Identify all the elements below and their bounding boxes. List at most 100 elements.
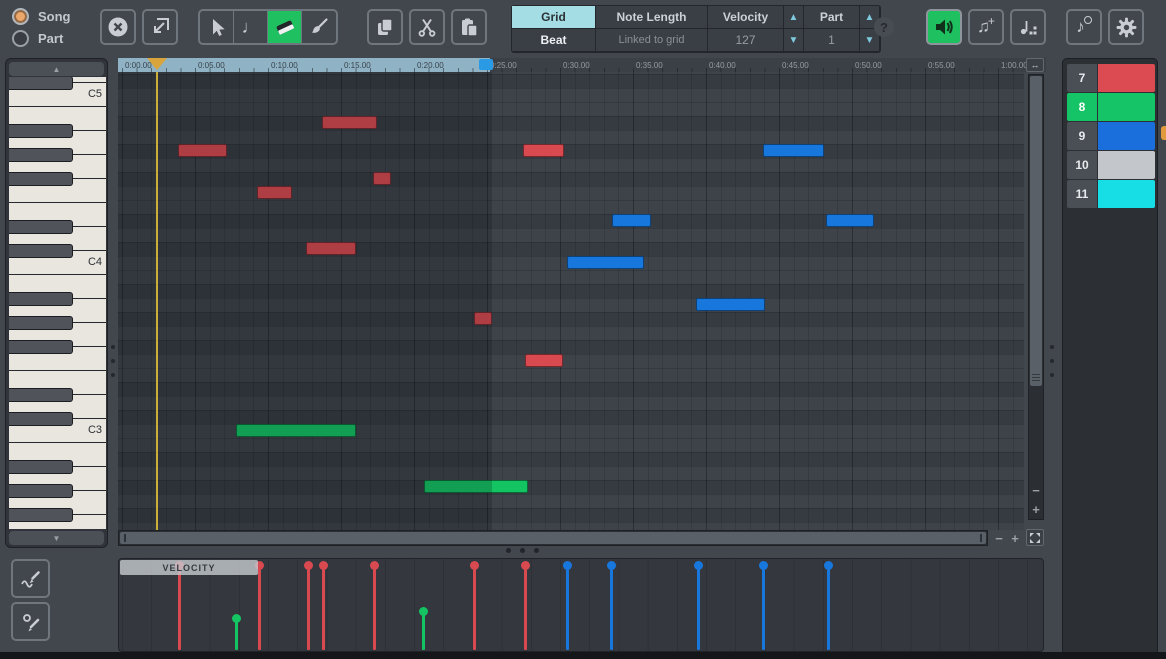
- horizontal-scrollbar[interactable]: [118, 530, 988, 546]
- velocity-header[interactable]: Velocity: [708, 6, 784, 29]
- velocity-stem[interactable]: [566, 565, 569, 650]
- velocity-stem[interactable]: [178, 565, 181, 650]
- track-color-swatch[interactable]: [1098, 151, 1155, 179]
- horizontal-scrollbar-thumb[interactable]: [120, 532, 986, 544]
- track-color-swatch[interactable]: [1098, 180, 1155, 208]
- piano-key-black[interactable]: [9, 316, 73, 330]
- velocity-dot[interactable]: [694, 561, 703, 570]
- midi-note[interactable]: [763, 144, 824, 157]
- track-row[interactable]: 8: [1067, 93, 1155, 121]
- velocity-dot[interactable]: [370, 561, 379, 570]
- cut-button[interactable]: [409, 9, 445, 45]
- draw-velocity-button[interactable]: [11, 559, 50, 598]
- audition-button[interactable]: [926, 9, 962, 45]
- add-note-button[interactable]: ♫ +: [968, 9, 1004, 45]
- track-number[interactable]: 8: [1067, 93, 1097, 121]
- midi-note[interactable]: [826, 214, 874, 227]
- eraser-tool-button[interactable]: [268, 11, 302, 43]
- note-length-value[interactable]: Linked to grid: [596, 29, 708, 52]
- track-color-swatch[interactable]: [1098, 122, 1155, 150]
- velocity-value[interactable]: 127: [708, 29, 784, 52]
- track-row[interactable]: 7: [1067, 64, 1155, 92]
- piano-roll[interactable]: [118, 72, 1024, 530]
- midi-note[interactable]: [612, 214, 651, 227]
- velocity-dot[interactable]: [304, 561, 313, 570]
- grid-value[interactable]: Beat: [512, 29, 596, 52]
- track-row[interactable]: 11: [1067, 180, 1155, 208]
- velocity-stem[interactable]: [307, 565, 310, 650]
- velocity-dot[interactable]: [232, 614, 241, 623]
- piano-key-black[interactable]: [9, 388, 73, 402]
- track-row[interactable]: 9: [1067, 122, 1155, 150]
- piano-key-black[interactable]: [9, 220, 73, 234]
- track-number[interactable]: 11: [1067, 180, 1097, 208]
- song-mode-radio[interactable]: Song: [12, 8, 71, 25]
- zoom-out-vertical-button[interactable]: −: [1028, 482, 1044, 498]
- velocity-stem[interactable]: [524, 565, 527, 650]
- velocity-stem[interactable]: [258, 565, 261, 650]
- velocity-lane-label[interactable]: VELOCITY: [120, 560, 258, 575]
- piano-key-black[interactable]: [9, 77, 73, 90]
- brush-tool-button[interactable]: [302, 11, 336, 43]
- note-tool-button[interactable]: ♩: [234, 11, 268, 43]
- track-color-swatch[interactable]: [1098, 64, 1155, 92]
- track-row[interactable]: 10: [1067, 151, 1155, 179]
- copy-button[interactable]: [367, 9, 403, 45]
- piano-key-black[interactable]: [9, 460, 73, 474]
- piano-key-black[interactable]: [9, 124, 73, 138]
- velocity-dot[interactable]: [607, 561, 616, 570]
- velocity-stem[interactable]: [762, 565, 765, 650]
- velocity-stem[interactable]: [473, 565, 476, 650]
- zoom-in-vertical-button[interactable]: +: [1028, 501, 1044, 517]
- piano-key-black[interactable]: [9, 412, 73, 426]
- settings-button[interactable]: [1108, 9, 1144, 45]
- piano-key-black[interactable]: [9, 292, 73, 306]
- velocity-dot[interactable]: [759, 561, 768, 570]
- part-end-marker[interactable]: [479, 59, 493, 70]
- piano-key-black[interactable]: [9, 508, 73, 522]
- note-settings-button[interactable]: ♪: [1066, 9, 1102, 45]
- edit-settings-button[interactable]: [11, 602, 50, 641]
- velocity-dot[interactable]: [824, 561, 833, 570]
- velocity-stem[interactable]: [697, 565, 700, 650]
- track-color-swatch[interactable]: [1098, 93, 1155, 121]
- velocity-up-button[interactable]: ▲: [784, 6, 804, 29]
- midi-note[interactable]: [525, 354, 563, 367]
- velocity-dot[interactable]: [521, 561, 530, 570]
- keyboard-scroll-up-button[interactable]: ▲: [9, 62, 104, 76]
- zoom-out-horizontal-button[interactable]: −: [991, 530, 1007, 546]
- piano-key-black[interactable]: [9, 340, 73, 354]
- track-number[interactable]: 7: [1067, 64, 1097, 92]
- velocity-stem[interactable]: [322, 565, 325, 650]
- import-button[interactable]: [142, 9, 178, 45]
- velocity-dot[interactable]: [319, 561, 328, 570]
- midi-note[interactable]: [567, 256, 644, 269]
- midi-note[interactable]: [696, 298, 765, 311]
- velocity-dot[interactable]: [470, 561, 479, 570]
- part-header[interactable]: Part: [804, 6, 860, 29]
- close-button[interactable]: [100, 9, 136, 45]
- timeline-ruler[interactable]: 0:00.000:05.000:10.000:15.000:20.000:25.…: [118, 58, 1046, 72]
- playhead-line[interactable]: [156, 72, 158, 530]
- vertical-scrollbar[interactable]: [1028, 74, 1044, 520]
- ruler-expand-button[interactable]: ↔: [1026, 58, 1044, 72]
- piano-key-black[interactable]: [9, 148, 73, 162]
- velocity-dot[interactable]: [419, 607, 428, 616]
- velocity-stem[interactable]: [422, 611, 425, 650]
- velocity-lane[interactable]: VELOCITY: [118, 558, 1044, 652]
- piano-key-black[interactable]: [9, 172, 73, 186]
- midi-note[interactable]: [523, 144, 564, 157]
- track-number[interactable]: 10: [1067, 151, 1097, 179]
- paste-button[interactable]: [451, 9, 487, 45]
- track-number[interactable]: 9: [1067, 122, 1097, 150]
- cursor-tool-button[interactable]: [200, 11, 234, 43]
- step-record-button[interactable]: [1010, 9, 1046, 45]
- piano-key-black[interactable]: [9, 484, 73, 498]
- velocity-stem[interactable]: [610, 565, 613, 650]
- vertical-scrollbar-thumb[interactable]: [1030, 76, 1042, 386]
- keyboard-scroll-down-button[interactable]: ▼: [9, 531, 104, 545]
- part-value[interactable]: 1: [804, 29, 860, 52]
- zoom-in-horizontal-button[interactable]: +: [1007, 530, 1023, 546]
- velocity-dot[interactable]: [563, 561, 572, 570]
- grid-tab[interactable]: Grid: [512, 6, 596, 29]
